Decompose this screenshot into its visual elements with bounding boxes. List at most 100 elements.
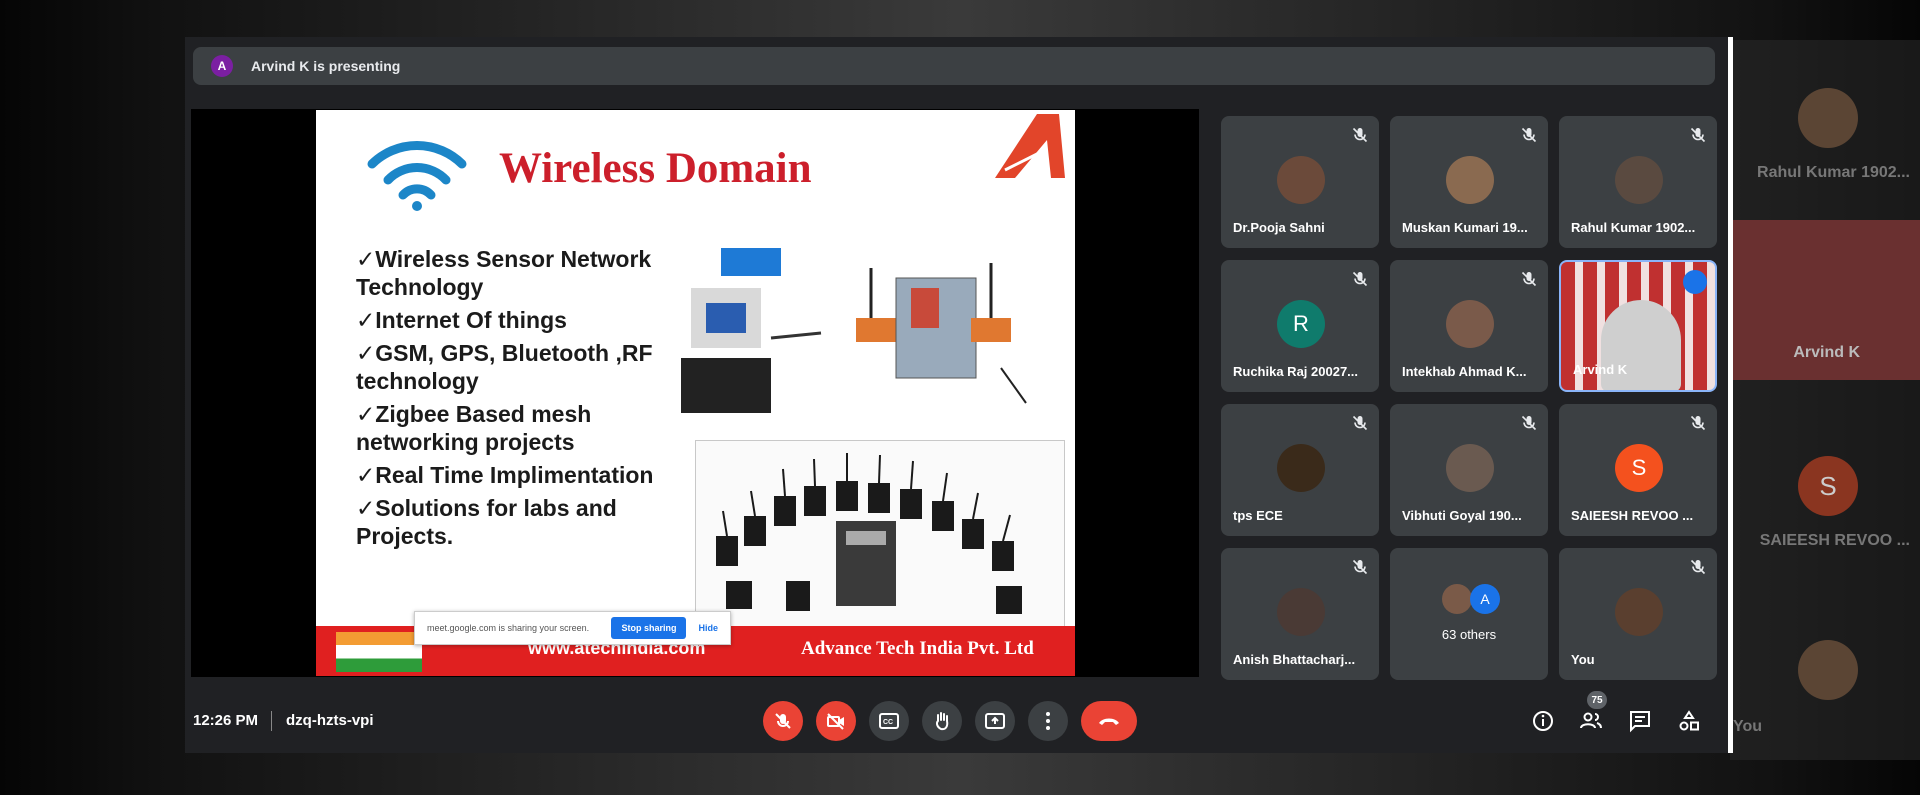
hide-banner-button[interactable]: Hide	[698, 623, 718, 633]
participant-avatar	[1446, 444, 1494, 492]
raise-hand-icon	[936, 712, 949, 731]
participant-tile[interactable]: tps ECE	[1221, 404, 1379, 536]
participant-avatar: A	[1470, 584, 1500, 614]
background-ghost-avatar: S	[1798, 456, 1858, 516]
slide-bullets: ✓Wireless Sensor Network Technology ✓Int…	[356, 245, 686, 555]
wifi-icon	[367, 141, 467, 211]
bullet-item: ✓Internet Of things	[356, 307, 567, 333]
participant-avatar	[1442, 584, 1472, 614]
participant-name: Muskan Kumari 19...	[1402, 220, 1528, 235]
sharing-banner: meet.google.com is sharing your screen. …	[414, 611, 731, 645]
muted-mic-icon	[1520, 126, 1538, 144]
nodes-photo	[695, 440, 1065, 632]
muted-mic-icon	[1351, 126, 1369, 144]
sharing-message: meet.google.com is sharing your screen.	[427, 623, 590, 633]
participant-name: You	[1571, 652, 1595, 667]
participant-name: Dr.Pooja Sahni	[1233, 220, 1325, 235]
meeting-time: 12:26 PM	[193, 712, 259, 729]
bullet-item: ✓Solutions for labs and Projects.	[356, 495, 617, 549]
raise-hand-button[interactable]	[922, 701, 962, 741]
participant-name: tps ECE	[1233, 508, 1283, 523]
hardware-photo	[681, 248, 1027, 413]
camera-off-button[interactable]	[816, 701, 856, 741]
bullet-item: ✓Zigbee Based mesh networking projects	[356, 401, 592, 455]
more-vert-icon	[1046, 712, 1050, 730]
muted-mic-icon	[1351, 414, 1369, 432]
participant-name: SAIEESH REVOO ...	[1571, 508, 1694, 523]
presentation-slide: Wireless Domain ✓Wireless Sensor Network…	[316, 110, 1075, 676]
camera-off-icon	[827, 713, 844, 730]
participant-name: Anish Bhattacharj...	[1233, 652, 1356, 667]
background-ghost-name: SAIEESH REVOO ...	[1759, 532, 1910, 549]
screen-share-area: Wireless Domain ✓Wireless Sensor Network…	[191, 109, 1199, 677]
speaking-indicator-icon	[1683, 270, 1707, 294]
participant-tile[interactable]: You	[1559, 548, 1717, 680]
participant-tile[interactable]: R Ruchika Raj 20027...	[1221, 260, 1379, 392]
control-bar: 12:26 PM dzq-hzts-vpi CC 75	[185, 691, 1728, 753]
leave-call-button[interactable]	[1081, 701, 1137, 741]
presenting-bar: A Arvind K is presenting	[193, 47, 1715, 85]
participant-tile[interactable]: A 63 others	[1390, 548, 1548, 680]
present-button[interactable]	[975, 701, 1015, 741]
participant-avatar: R	[1277, 300, 1325, 348]
participant-tile[interactable]: Vibhuti Goyal 190...	[1390, 404, 1548, 536]
participant-name: Ruchika Raj 20027...	[1233, 364, 1359, 379]
participant-name: 63 others	[1441, 627, 1497, 642]
mic-off-icon	[775, 713, 791, 729]
participant-tile[interactable]: Anish Bhattacharj...	[1221, 548, 1379, 680]
captions-icon: CC	[879, 713, 899, 729]
presenting-label: Arvind K is presenting	[251, 58, 401, 74]
participant-avatar	[1615, 156, 1663, 204]
bullet-item: ✓GSM, GPS, Bluetooth ,RF technology	[356, 340, 653, 394]
mic-off-button[interactable]	[763, 701, 803, 741]
hang-up-icon	[1099, 718, 1119, 725]
bullet-item: ✓Wireless Sensor Network Technology	[356, 246, 652, 300]
participant-tile[interactable]: Arvind K	[1559, 260, 1717, 392]
captions-button[interactable]: CC	[869, 701, 909, 741]
meeting-info-icon[interactable]	[1531, 709, 1555, 733]
participant-tile[interactable]: Rahul Kumar 1902...	[1559, 116, 1717, 248]
muted-mic-icon	[1689, 558, 1707, 576]
muted-mic-icon	[1689, 126, 1707, 144]
participant-avatar	[1277, 588, 1325, 636]
present-icon	[985, 713, 1005, 729]
background-ghost-avatar	[1798, 640, 1858, 700]
stop-sharing-button[interactable]: Stop sharing	[611, 617, 687, 639]
participant-avatar	[1277, 444, 1325, 492]
people-icon[interactable]	[1579, 709, 1603, 733]
footer-company: Advance Tech India Pvt. Ltd	[801, 638, 1034, 659]
company-logo	[995, 114, 1065, 178]
background-ghost-name: Rahul Kumar 1902...	[1757, 164, 1910, 181]
divider	[271, 711, 272, 731]
muted-mic-icon	[1351, 558, 1369, 576]
participant-tile[interactable]: Intekhab Ahmad K...	[1390, 260, 1548, 392]
meeting-code: dzq-hzts-vpi	[286, 712, 374, 729]
muted-mic-icon	[1351, 270, 1369, 288]
participant-tile[interactable]: S SAIEESH REVOO ...	[1559, 404, 1717, 536]
participant-name: Intekhab Ahmad K...	[1402, 364, 1527, 379]
meet-window: A Arvind K is presenting Wireless Domain…	[185, 37, 1733, 753]
participant-name: Rahul Kumar 1902...	[1571, 220, 1696, 235]
chat-icon[interactable]	[1628, 709, 1652, 733]
participant-avatar	[1446, 300, 1494, 348]
presenter-avatar: A	[211, 55, 233, 77]
muted-mic-icon	[1520, 270, 1538, 288]
background-ghost-name: You	[1732, 718, 1762, 735]
speaker-video	[1601, 300, 1681, 390]
participant-count-badge: 75	[1587, 691, 1607, 709]
slide-title: Wireless Domain	[499, 145, 812, 192]
participant-tile[interactable]: Muskan Kumari 19...	[1390, 116, 1548, 248]
participant-avatar	[1615, 588, 1663, 636]
background-ghost-avatar	[1798, 88, 1858, 148]
muted-mic-icon	[1520, 414, 1538, 432]
participant-name: Arvind K	[1573, 362, 1628, 377]
participant-name: Vibhuti Goyal 190...	[1402, 508, 1522, 523]
more-options-button[interactable]	[1028, 701, 1068, 741]
participant-avatar	[1446, 156, 1494, 204]
participant-avatar: S	[1615, 444, 1663, 492]
make-in-india-logo	[336, 632, 422, 672]
background-ghost-name: Arvind K	[1793, 344, 1860, 361]
muted-mic-icon	[1689, 414, 1707, 432]
participant-tile[interactable]: Dr.Pooja Sahni	[1221, 116, 1379, 248]
activities-icon[interactable]	[1677, 709, 1701, 733]
